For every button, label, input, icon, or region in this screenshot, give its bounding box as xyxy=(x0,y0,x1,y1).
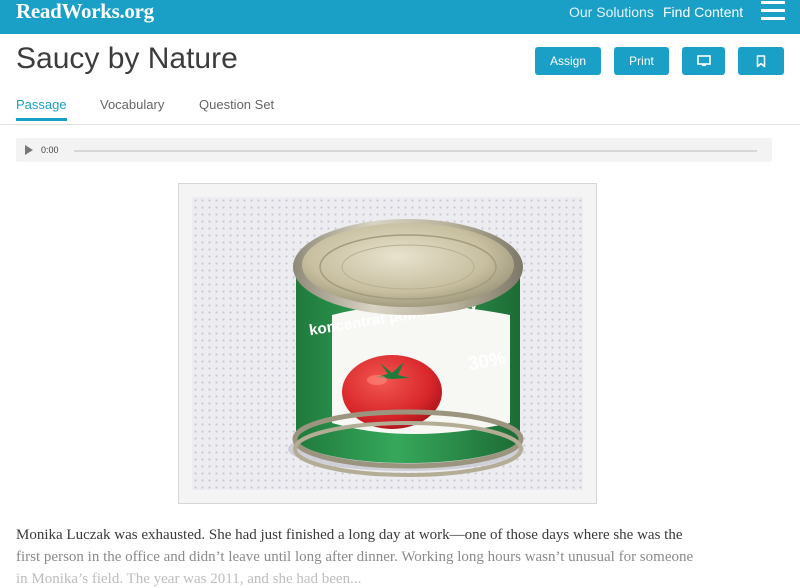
tab-vocabulary[interactable]: Vocabulary xyxy=(100,97,164,112)
assign-button[interactable]: Assign xyxy=(535,47,601,75)
play-icon[interactable] xyxy=(25,145,33,155)
passage-image-frame: koncentrat pomidorowy 30% xyxy=(178,183,597,504)
tab-passage[interactable]: Passage xyxy=(16,97,67,121)
monitor-icon xyxy=(696,55,711,67)
audio-player: 0:00 xyxy=(16,138,772,162)
tab-divider xyxy=(0,124,800,125)
nav-find-content[interactable]: Find Content xyxy=(663,4,743,20)
page-title: Saucy by Nature xyxy=(16,42,238,75)
passage-line: in Monika’s field. The year was 2011, an… xyxy=(16,571,362,587)
top-navigation-bar: ReadWorks.org Our Solutions Find Content xyxy=(0,0,800,34)
tomato-paste-can-photo: koncentrat pomidorowy 30% xyxy=(192,197,583,490)
bookmark-button[interactable] xyxy=(738,47,784,75)
present-button[interactable] xyxy=(682,47,725,75)
can-illustration: koncentrat pomidorowy 30% xyxy=(288,219,524,477)
audio-progress-track[interactable] xyxy=(74,150,757,152)
bookmark-icon xyxy=(756,54,766,67)
tab-question-set[interactable]: Question Set xyxy=(199,97,274,112)
nav-our-solutions[interactable]: Our Solutions xyxy=(569,4,654,20)
passage-text: Monika Luczak was exhausted. She had jus… xyxy=(16,524,776,588)
audio-time: 0:00 xyxy=(41,145,59,155)
hamburger-icon[interactable] xyxy=(761,1,785,21)
passage-line: Monika Luczak was exhausted. She had jus… xyxy=(16,527,683,543)
print-button[interactable]: Print xyxy=(614,47,669,75)
site-logo[interactable]: ReadWorks.org xyxy=(16,0,154,24)
passage-line: first person in the office and didn’t le… xyxy=(16,549,694,565)
